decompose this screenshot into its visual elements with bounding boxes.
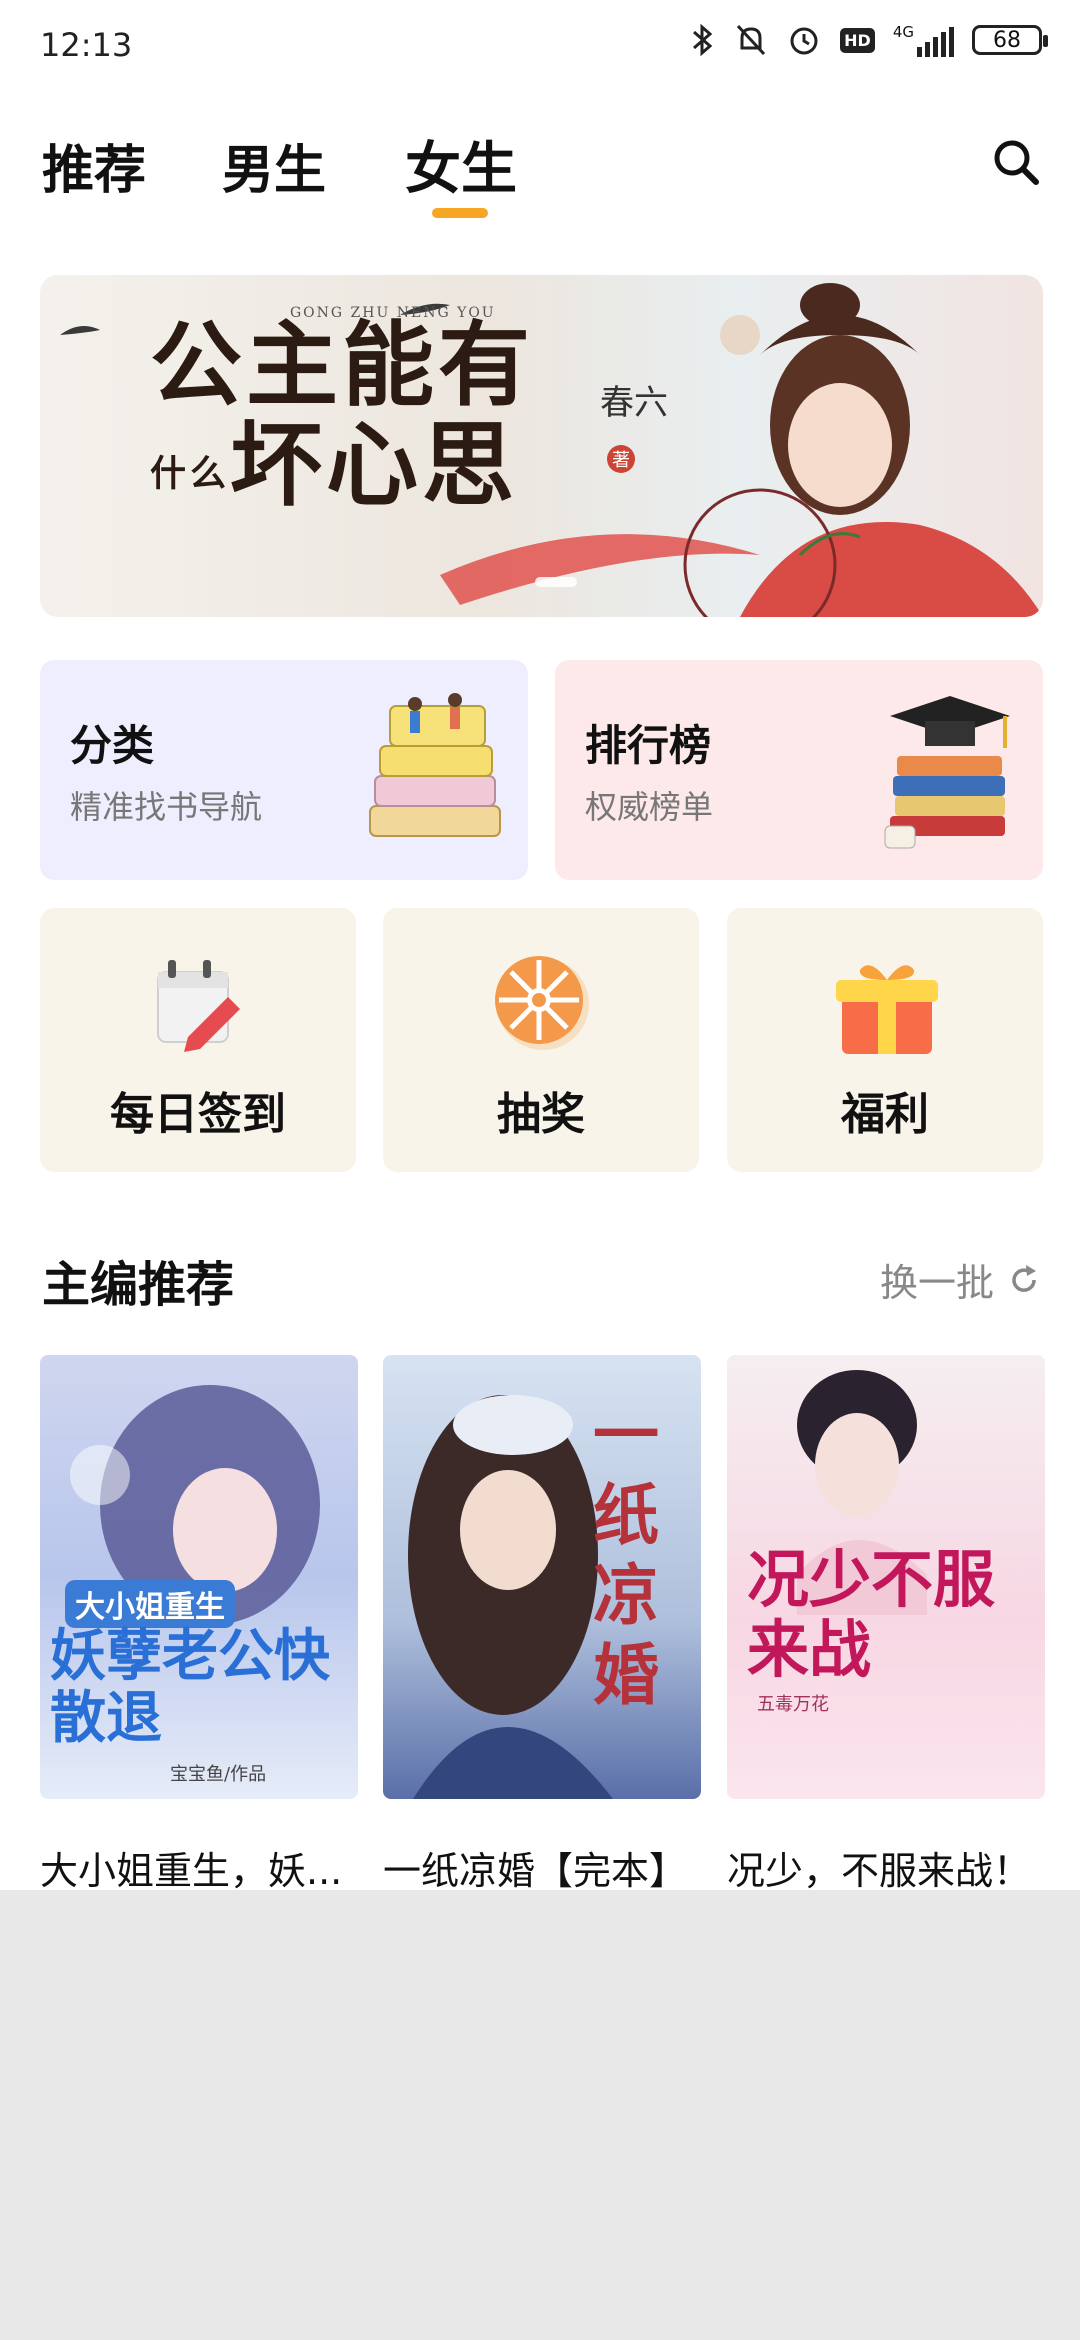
banner-title-line1: 公主能有 xyxy=(150,311,535,419)
ranking-subtitle: 权威榜单 xyxy=(585,788,714,826)
daily-checkin-card[interactable]: 每日签到 xyxy=(40,908,356,1172)
blank-placeholder-area xyxy=(0,1890,1080,2340)
banner-seal: 著 xyxy=(607,445,635,473)
banner-title: 公主能有 什么坏心思 xyxy=(150,315,534,523)
book-title-1[interactable]: 大小姐重生，妖... xyxy=(40,1840,358,1895)
lottery-card[interactable]: 抽奖 xyxy=(383,908,699,1172)
tab-male[interactable]: 男生 xyxy=(222,128,326,203)
category-title: 分类 xyxy=(70,721,155,770)
tab-recommend[interactable]: 推荐 xyxy=(42,128,146,203)
battery-icon: 68 xyxy=(972,25,1048,55)
network-type: 4G xyxy=(892,23,914,41)
book-cover-2[interactable]: 一纸凉婚 xyxy=(383,1355,701,1799)
status-time: 12:13 xyxy=(40,26,133,64)
banner-author: 春六 xyxy=(600,383,668,423)
banner-title-line2: 坏心思 xyxy=(230,411,519,519)
signal-icon: 4G xyxy=(893,23,954,57)
ranking-card[interactable]: 排行榜 权威榜单 xyxy=(555,660,1043,880)
refresh-icon xyxy=(1012,1264,1036,1292)
bluetooth-icon xyxy=(693,23,713,57)
tab-active-indicator xyxy=(432,208,488,218)
books-stack-icon xyxy=(369,693,501,837)
book-cover-1-author: 宝宝鱼/作品 xyxy=(170,1764,267,1785)
calendar-checkin-icon xyxy=(157,960,240,1052)
hd-icon: HD xyxy=(840,27,875,53)
status-icons: HD 4G 68 xyxy=(690,22,1048,58)
lottery-label: 抽奖 xyxy=(497,1089,585,1140)
mute-bell-icon xyxy=(737,24,766,56)
promo-banner[interactable]: GONG ZHU NENG YOU 公主能有 什么坏心思 春六 著 xyxy=(40,275,1043,617)
book-cover-3[interactable]: 况少不服来战 五毒万花 xyxy=(727,1355,1045,1799)
gift-box-icon xyxy=(836,965,938,1054)
book-cover-1-small: 大小姐重生 xyxy=(65,1580,235,1628)
book-cover-2-title: 一纸凉婚 xyxy=(593,1396,659,1714)
welfare-card[interactable]: 福利 xyxy=(727,908,1043,1172)
book-cover-3-author: 五毒万花 xyxy=(757,1694,829,1715)
section-title: 主编推荐 xyxy=(42,1257,235,1313)
refresh-button[interactable]: 换一批 xyxy=(880,1252,1042,1307)
book-cover-3-title: 况少不服来战 xyxy=(747,1543,996,1686)
book-title-3[interactable]: 况少，不服来战！ xyxy=(727,1840,1045,1895)
welfare-label: 福利 xyxy=(841,1089,929,1140)
graduation-books-icon xyxy=(884,696,1010,849)
book-cover-1-title: 妖孽老公快散退 xyxy=(50,1623,330,1751)
banner-title-small: 什么 xyxy=(150,452,231,495)
book-cover-1[interactable]: 大小姐重生 妖孽老公快散退 宝宝鱼/作品 xyxy=(40,1355,358,1799)
carousel-indicator xyxy=(535,577,577,587)
tab-female[interactable]: 女生 xyxy=(405,124,517,205)
category-card[interactable]: 分类 精准找书导航 xyxy=(40,660,528,880)
alarm-icon xyxy=(790,27,818,55)
battery-level: 68 xyxy=(993,27,1021,53)
daily-checkin-label: 每日签到 xyxy=(110,1089,286,1140)
search-icon[interactable] xyxy=(990,136,1042,188)
lottery-wheel-icon xyxy=(495,956,589,1050)
status-bar: 12:13 HD 4G 68 xyxy=(0,0,1080,90)
book-title-2[interactable]: 一纸凉婚【完本】 xyxy=(383,1840,701,1895)
ranking-title: 排行榜 xyxy=(585,721,712,770)
category-subtitle: 精准找书导航 xyxy=(70,788,263,826)
refresh-label: 换一批 xyxy=(879,1261,994,1305)
